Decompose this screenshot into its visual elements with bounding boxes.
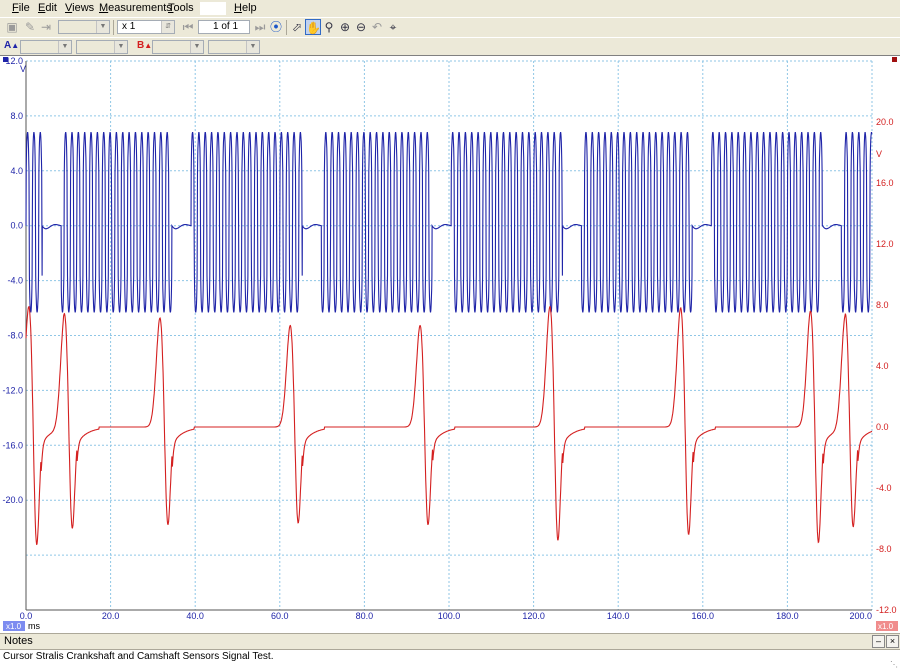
pointer-icon[interactable]: ⬀ [289, 19, 305, 35]
left-axis-tick-label: -16.0 [2, 440, 23, 450]
notes-panel[interactable]: Cursor Stralis Crankshaft and Camshaft S… [0, 649, 900, 670]
channel-a-marker-icon [3, 57, 8, 62]
left-axis-tick-label: 0.0 [10, 221, 23, 231]
stepper-arrows-icon[interactable]: ⇵ [161, 21, 174, 33]
menu-help[interactable]: Help [234, 2, 257, 14]
page-indicator: 1 of 1 [213, 21, 239, 32]
first-page-icon[interactable]: ⏮ [180, 19, 196, 35]
channel-toolbar: A▲ ▼ ▼ B▲ ▼ ▼ [0, 37, 900, 57]
chevron-down-icon: ▼ [246, 41, 259, 53]
print-icon[interactable]: ▣ [4, 19, 20, 35]
left-axis-tick-label: -8.0 [7, 331, 23, 341]
x-axis-tick-label: 180.0 [776, 611, 799, 621]
x-axis-tick-label: 60.0 [271, 611, 289, 621]
left-axis-tick-label: -20.0 [2, 495, 23, 505]
resize-grip-icon[interactable]: ⋱ [890, 660, 898, 669]
scope-view[interactable]: 12.0 8.0 4.0 0.0 -4.0 -8.0 -12.0 -16.0 -20.0 V 20.… [0, 55, 900, 633]
left-axis-tick-label: 8.0 [10, 111, 23, 121]
x-axis-tick-label: 0.0 [20, 611, 33, 621]
right-axis-tick-label: 8.0 [876, 300, 889, 310]
hand-icon[interactable]: ✋ [305, 19, 321, 35]
right-axis-tick-label: -12.0 [876, 605, 897, 615]
x-axis-tick-label: 80.0 [356, 611, 374, 621]
menu-views[interactable]: Views [65, 2, 94, 14]
zoom-in-icon[interactable]: ⊕ [337, 19, 353, 35]
menu-blank-field [200, 2, 226, 15]
channel-b-label: B▲ [137, 40, 153, 51]
undo-zoom-icon[interactable]: ↶ [369, 19, 385, 35]
right-axis-tick-label: -8.0 [876, 544, 892, 554]
main-toolbar: ▣ ✎ ⇥ ▼ x 1 ⇵ ⏮ 1 of 1 ⏭ ⦿ ⬀ ✋ ⚲ ⊕ ⊖ ↶ ⌖ [0, 17, 900, 37]
zoom-value: x 1 [122, 21, 136, 32]
export-icon[interactable]: ⇥ [38, 19, 54, 35]
right-axis-tick-label: 0.0 [876, 422, 889, 432]
x-axis-unit: ms [28, 621, 40, 631]
right-axis-tick-label: 12.0 [876, 239, 894, 249]
right-axis-unit: V [876, 149, 882, 159]
menu-bar: File Edit Views Measurements Tools Help [0, 0, 900, 17]
x-axis-tick-label: 40.0 [186, 611, 204, 621]
compass-icon[interactable]: ⦿ [268, 19, 284, 35]
x-axis-tick-label: 200.0 [849, 611, 872, 621]
menu-measurements[interactable]: Measurements [99, 2, 172, 14]
channel-b-range-select[interactable]: ▼ [152, 40, 204, 54]
menu-edit[interactable]: Edit [38, 2, 57, 14]
x-axis-tick-label: 140.0 [607, 611, 630, 621]
notes-header: Notes – × [0, 633, 900, 649]
right-axis-tick-label: -4.0 [876, 483, 892, 493]
zoom-stepper[interactable]: x 1 ⇵ [117, 20, 175, 34]
right-axis-tick-label: 4.0 [876, 361, 889, 371]
right-axis-tick-label: 16.0 [876, 178, 894, 188]
channel-b-marker-icon [892, 57, 897, 62]
right-scale-badge: x1.0 [878, 622, 894, 631]
x-axis-tick-label: 120.0 [522, 611, 545, 621]
page-indicator-field[interactable]: 1 of 1 [198, 20, 250, 34]
close-icon[interactable]: × [886, 635, 899, 648]
left-axis-unit: V [20, 64, 26, 74]
zoom-icon[interactable]: ⚲ [321, 19, 337, 35]
x-axis-tick-label: 160.0 [692, 611, 715, 621]
next-page-icon[interactable]: ⏭ [252, 19, 268, 35]
channel-a-coupling-select[interactable]: ▼ [76, 40, 128, 54]
zoom-out-icon[interactable]: ⊖ [353, 19, 369, 35]
notes-title: Notes [4, 635, 33, 647]
chevron-down-icon: ▼ [114, 41, 127, 53]
x-axis-tick-label: 100.0 [438, 611, 461, 621]
right-axis-tick-label: 20.0 [876, 117, 894, 127]
channel-a-range-select[interactable]: ▼ [20, 40, 72, 54]
chevron-down-icon: ▼ [96, 21, 109, 33]
timebase-select[interactable]: ▼ [58, 20, 110, 34]
chevron-down-icon: ▼ [58, 41, 71, 53]
left-axis-tick-label: -4.0 [7, 276, 23, 286]
left-axis-tick-label: 4.0 [10, 166, 23, 176]
notes-text: Cursor Stralis Crankshaft and Camshaft S… [3, 651, 274, 662]
scope-chart[interactable]: 12.0 8.0 4.0 0.0 -4.0 -8.0 -12.0 -16.0 -20.0 V 20.… [0, 56, 900, 633]
channel-a-label: A▲ [4, 40, 20, 51]
zoom-fit-icon[interactable]: ⌖ [385, 19, 401, 35]
pen-icon[interactable]: ✎ [22, 19, 38, 35]
menu-file[interactable]: File [12, 2, 30, 14]
left-axis-tick-label: -12.0 [2, 385, 23, 395]
menu-tools[interactable]: Tools [168, 2, 194, 14]
chevron-down-icon: ▼ [190, 41, 203, 53]
channel-b-coupling-select[interactable]: ▼ [208, 40, 260, 54]
x-scale-badge: x1.0 [6, 622, 22, 631]
x-axis-tick-label: 20.0 [102, 611, 120, 621]
minimize-icon[interactable]: – [872, 635, 885, 648]
